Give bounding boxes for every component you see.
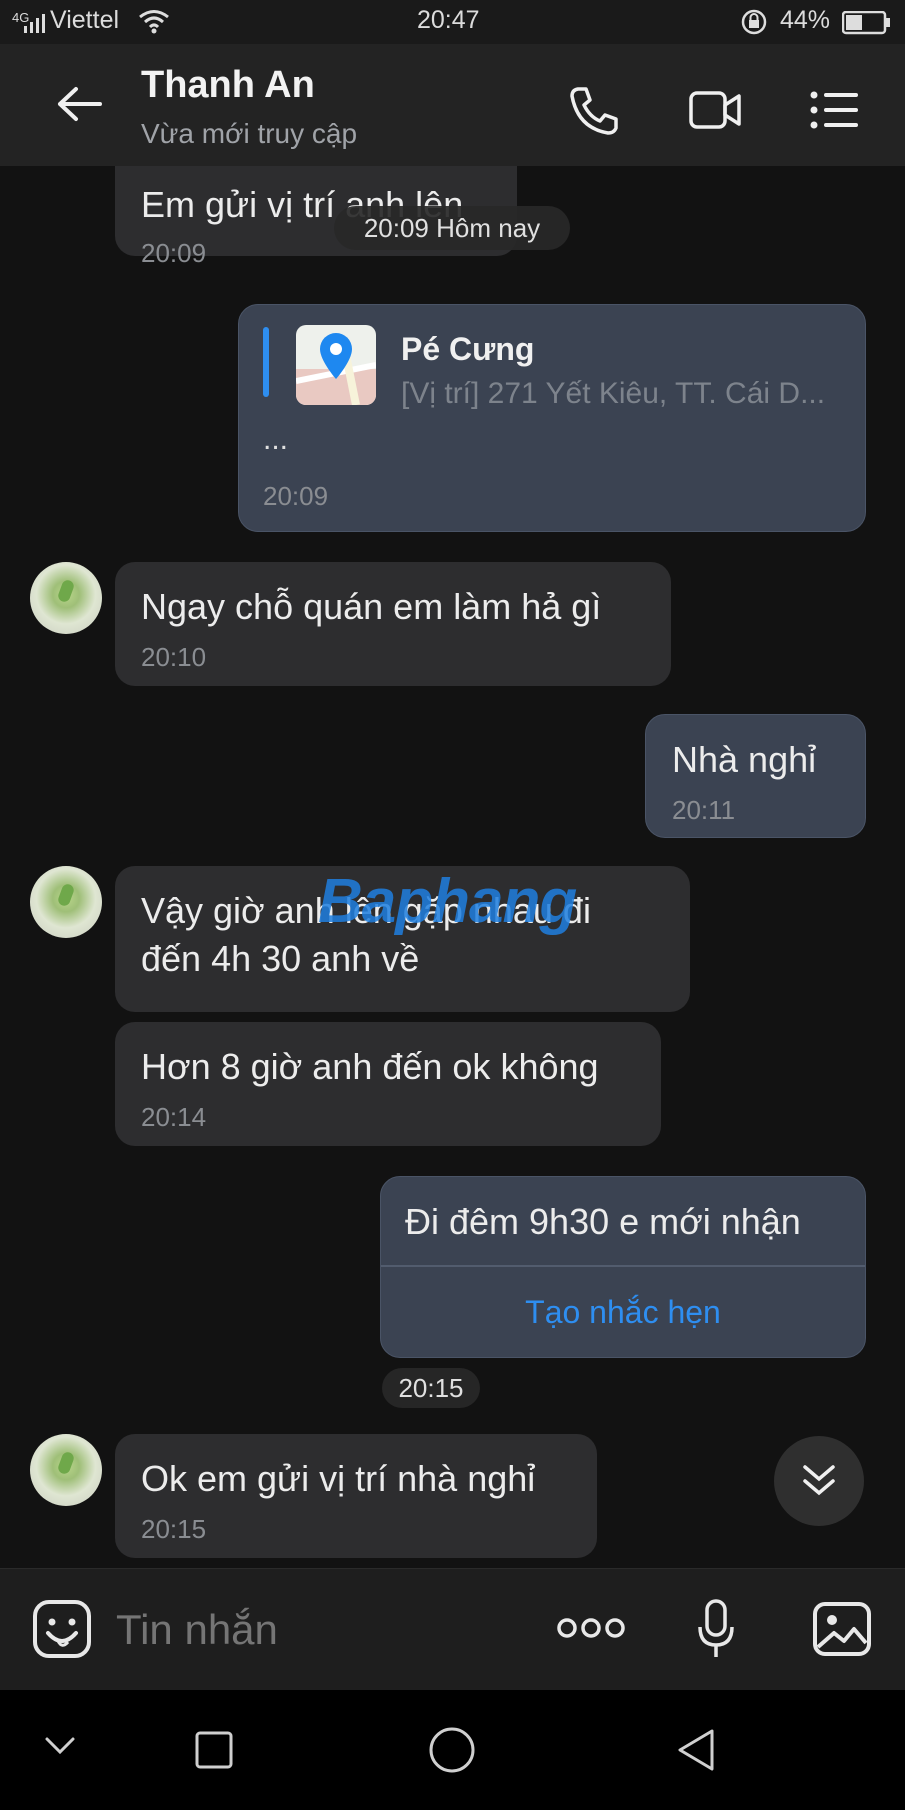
double-chevron-down-icon [803, 1465, 835, 1496]
system-nav-bar [0, 1690, 905, 1810]
scroll-to-bottom-button[interactable] [774, 1436, 864, 1526]
message-input-bar [0, 1568, 905, 1691]
message-bubble-outgoing[interactable]: Nhà nghỉ 20:11 [645, 714, 866, 838]
home-icon[interactable] [428, 1726, 476, 1774]
message-bubble-incoming[interactable]: Hơn 8 giờ anh đến ok không 20:14 [115, 1022, 661, 1146]
message-time: 20:10 [141, 642, 207, 672]
contact-name[interactable]: Thanh An [141, 64, 315, 107]
menu-list-icon[interactable] [810, 90, 860, 130]
chat-header: Thanh An Vừa mới truy cập [0, 44, 905, 166]
map-thumbnail[interactable] [296, 325, 376, 405]
message-text-line-2: đến 4h 30 anh về [141, 938, 420, 979]
microphone-icon[interactable] [696, 1599, 736, 1659]
message-text: Ok em gửi vị trí nhà nghỉ [141, 1458, 536, 1499]
avatar[interactable] [30, 1434, 102, 1506]
wifi-icon [139, 10, 169, 34]
battery-percent: 44% [780, 6, 831, 34]
message-more: ... [263, 423, 289, 456]
status-bar: 4G Viettel 20:47 44% [0, 0, 905, 44]
clock: 20:47 [417, 6, 480, 34]
date-separator: 20:09 Hôm nay [334, 206, 570, 250]
message-text: Nhà nghỉ [672, 739, 817, 780]
signal-icon [24, 14, 45, 33]
message-bubble-incoming[interactable]: Ngay chỗ quán em làm hả gì 20:10 [115, 562, 671, 686]
location-address: [Vị trí] 271 Yết Kiêu, TT. Cái D... [401, 377, 826, 410]
hide-keyboard-chevron-icon[interactable] [44, 1734, 76, 1758]
message-list[interactable]: Em gửi vị trí anh lên 20:09 20:09 Hôm na… [0, 166, 905, 1568]
avatar[interactable] [30, 866, 102, 938]
recent-apps-icon[interactable] [194, 1730, 234, 1770]
carrier-name: Viettel [50, 6, 120, 34]
message-time: 20:09 [141, 238, 207, 268]
quote-accent-bar [263, 327, 269, 397]
watermark-text: Baphang [318, 867, 577, 936]
message-time: 20:11 [672, 795, 736, 825]
image-gallery-icon[interactable] [812, 1601, 872, 1657]
location-title: Pé Cưng [401, 331, 535, 367]
message-time: 20:15 [141, 1514, 207, 1544]
message-input[interactable] [114, 1599, 518, 1661]
watermark: Baphang [318, 866, 577, 937]
more-options-icon[interactable] [556, 1615, 626, 1641]
back-triangle-icon[interactable] [676, 1728, 716, 1772]
video-call-icon[interactable] [688, 88, 742, 132]
message-text: Hơn 8 giờ anh đến ok không [141, 1046, 599, 1087]
message-time: 20:09 [263, 481, 329, 511]
phone-call-icon[interactable] [568, 84, 620, 136]
time-separator: 20:15 [382, 1368, 480, 1408]
location-message[interactable]: Pé Cưng [Vị trí] 271 Yết Kiêu, TT. Cái D… [238, 304, 866, 532]
map-pin-icon [296, 333, 376, 405]
avatar[interactable] [30, 562, 102, 634]
message-text: Ngay chỗ quán em làm hả gì [141, 586, 602, 627]
back-arrow-icon[interactable] [56, 86, 102, 122]
battery-icon [842, 11, 890, 35]
message-time: 20:14 [141, 1102, 207, 1132]
message-text: Đi đêm 9h30 e mới nhận [405, 1201, 801, 1242]
rotation-lock-icon [741, 9, 767, 35]
emoji-sticker-icon[interactable] [32, 1599, 92, 1659]
message-bubble-outgoing[interactable]: Đi đêm 9h30 e mới nhận Tạo nhắc hẹn [380, 1176, 866, 1358]
message-bubble-incoming[interactable]: Ok em gửi vị trí nhà nghỉ 20:15 [115, 1434, 597, 1558]
presence-status: Vừa mới truy cập [141, 118, 358, 149]
create-reminder-button[interactable]: Tạo nhắc hẹn [381, 1267, 865, 1357]
